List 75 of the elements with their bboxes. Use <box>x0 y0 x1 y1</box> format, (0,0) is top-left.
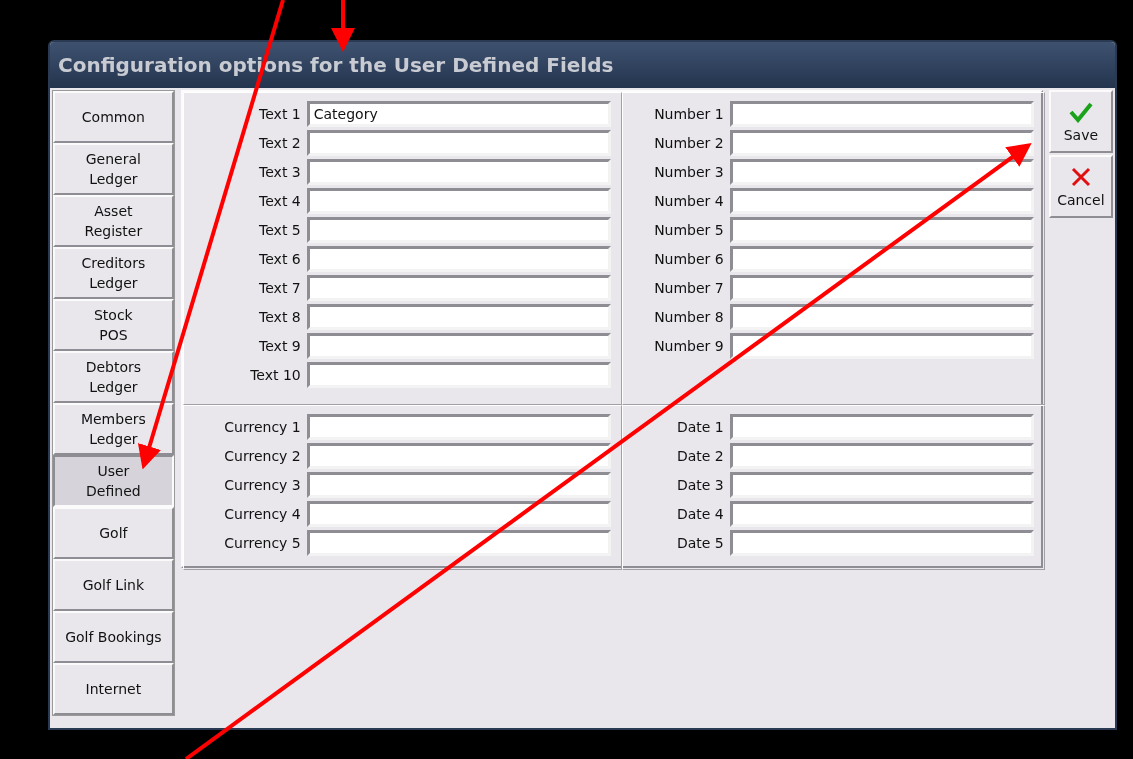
field-label: Text 8 <box>258 309 301 325</box>
input-field[interactable] <box>306 501 611 527</box>
field-label: Number 2 <box>653 135 724 151</box>
input-field[interactable] <box>729 101 1034 127</box>
field-label: Number 1 <box>653 106 724 122</box>
field-label: Date 1 <box>675 419 724 435</box>
input-field[interactable] <box>729 188 1034 214</box>
field-label: Text 1 <box>258 106 301 122</box>
input-field[interactable] <box>729 130 1034 156</box>
field-label: Date 5 <box>675 535 724 551</box>
field-label: Number 5 <box>653 222 724 238</box>
sidebar-tab[interactable]: Creditors Ledger <box>53 247 174 299</box>
field-label: Text 5 <box>258 222 301 238</box>
input-field[interactable] <box>306 333 611 359</box>
field-label: Date 2 <box>675 448 724 464</box>
field-label: Currency 4 <box>223 506 301 522</box>
input-field[interactable] <box>306 414 611 440</box>
input-field[interactable] <box>729 217 1034 243</box>
input-field[interactable] <box>306 304 611 330</box>
field-label: Text 6 <box>258 251 301 267</box>
input-field[interactable] <box>306 130 611 156</box>
input-field[interactable] <box>306 246 611 272</box>
field-label: Number 7 <box>653 280 724 296</box>
save-button[interactable]: Save <box>1048 90 1113 153</box>
cancel-button[interactable]: Cancel <box>1048 155 1113 218</box>
sidebar-tab[interactable]: Golf Bookings <box>53 611 174 663</box>
field-label: Date 3 <box>675 477 724 493</box>
input-field[interactable] <box>306 472 611 498</box>
input-field[interactable] <box>729 414 1034 440</box>
field-label: Number 3 <box>653 164 724 180</box>
input-field[interactable] <box>306 362 611 388</box>
field-label: Text 10 <box>249 367 301 383</box>
field-label: Text 3 <box>258 164 301 180</box>
field-label: Number 8 <box>653 309 724 325</box>
sidebar-tab[interactable]: Debtors Ledger <box>53 351 174 403</box>
field-label: Currency 2 <box>223 448 301 464</box>
sidebar-tab[interactable]: Common <box>53 91 174 143</box>
field-label: Text 9 <box>258 338 301 354</box>
field-label: Text 4 <box>258 193 301 209</box>
sidebar-tab[interactable]: Golf <box>53 507 174 559</box>
field-label: Currency 3 <box>223 477 301 493</box>
sidebar-tab[interactable]: Stock POS <box>53 299 174 351</box>
input-field[interactable] <box>729 304 1034 330</box>
field-label: Number 9 <box>653 338 724 354</box>
field-label: Date 4 <box>675 506 724 522</box>
sidebar-tab[interactable]: User Defined <box>53 455 174 507</box>
field-label: Number 6 <box>653 251 724 267</box>
input-field[interactable] <box>306 188 611 214</box>
sidebar-tab[interactable]: General Ledger <box>53 143 174 195</box>
field-label: Currency 1 <box>223 419 301 435</box>
input-field[interactable] <box>306 443 611 469</box>
field-label: Number 4 <box>653 193 724 209</box>
input-field[interactable] <box>729 333 1034 359</box>
input-field[interactable] <box>729 501 1034 527</box>
input-field[interactable] <box>729 159 1034 185</box>
input-field[interactable] <box>306 530 611 556</box>
sidebar-tab[interactable]: Asset Register <box>53 195 174 247</box>
checkmark-icon <box>1068 100 1093 123</box>
input-field[interactable] <box>729 472 1034 498</box>
field-label: Currency 5 <box>223 535 301 551</box>
field-label: Text 2 <box>258 135 301 151</box>
input-field[interactable] <box>306 217 611 243</box>
input-field[interactable] <box>729 275 1034 301</box>
input-field[interactable]: Category <box>306 101 611 127</box>
sidebar-tab[interactable]: Internet <box>53 663 174 715</box>
input-field[interactable] <box>729 443 1034 469</box>
sidebar-tab[interactable]: Golf Link <box>53 559 174 611</box>
input-field[interactable] <box>729 530 1034 556</box>
close-icon <box>1069 165 1092 188</box>
input-field[interactable] <box>306 275 611 301</box>
sidebar-tab[interactable]: Members Ledger <box>53 403 174 455</box>
field-label: Text 7 <box>258 280 301 296</box>
input-field[interactable] <box>306 159 611 185</box>
annotation-arrow <box>331 0 355 52</box>
input-field[interactable] <box>729 246 1034 272</box>
